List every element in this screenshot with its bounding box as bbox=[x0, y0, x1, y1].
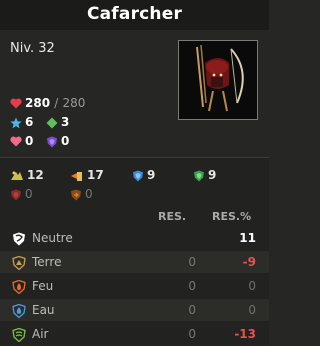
hp-current: 280 bbox=[25, 96, 51, 110]
element-res: 0 bbox=[188, 327, 196, 341]
window-header: Cafarcher bbox=[0, 0, 269, 30]
orange-resist-value: 0 bbox=[85, 187, 93, 201]
element-res: 0 bbox=[188, 279, 196, 293]
element-row-neutre: Neutre 11 bbox=[0, 227, 269, 249]
element-row-terre: Terre 0 -9 bbox=[0, 251, 269, 273]
star-icon bbox=[10, 117, 22, 129]
ap-value: 6 bbox=[25, 115, 34, 129]
element-row-air: Air 0 -13 bbox=[0, 323, 269, 345]
shield-resist-value: 9 bbox=[147, 168, 156, 182]
element-name: Terre bbox=[32, 255, 62, 269]
lock-stat: 12 bbox=[10, 168, 44, 182]
dodge-stat: 17 bbox=[70, 168, 104, 182]
monster-level: Niv. 32 bbox=[10, 41, 55, 56]
mp-value: 3 bbox=[61, 115, 70, 129]
hp-separator: / bbox=[54, 96, 59, 110]
element-name: Air bbox=[32, 327, 49, 341]
element-name: Eau bbox=[32, 303, 55, 317]
dodge-value: 17 bbox=[87, 168, 104, 182]
heart-icon bbox=[10, 98, 22, 109]
element-res: 0 bbox=[188, 255, 196, 269]
lock-value: 12 bbox=[27, 168, 44, 182]
element-res: 0 bbox=[188, 303, 196, 317]
element-name: Feu bbox=[32, 279, 54, 293]
orange-resist-stat: 0 bbox=[70, 187, 93, 201]
res-column-header: RES. bbox=[158, 210, 187, 223]
shield-resist-stat: 9 bbox=[132, 168, 155, 182]
neutral-element-icon bbox=[12, 231, 26, 250]
fire-element-icon bbox=[12, 279, 26, 298]
shield-icon bbox=[46, 136, 58, 148]
shield-value: 0 bbox=[61, 134, 70, 148]
element-res-pct: 0 bbox=[248, 279, 256, 293]
green-shield-icon bbox=[193, 170, 205, 182]
res-pct-column-header: RES.% bbox=[212, 210, 252, 223]
element-res-pct: 11 bbox=[239, 231, 256, 245]
diamond-icon bbox=[46, 117, 58, 129]
element-name: Neutre bbox=[32, 231, 73, 245]
element-res-pct: -13 bbox=[234, 327, 256, 341]
water-element-icon bbox=[12, 303, 26, 322]
pink-heart-icon bbox=[10, 136, 22, 147]
red-shield-icon bbox=[10, 189, 22, 201]
archer-illustration bbox=[179, 41, 257, 119]
monster-portrait bbox=[178, 40, 258, 120]
dodge-icon bbox=[70, 170, 84, 182]
air-element-icon bbox=[12, 327, 26, 346]
earth-element-icon bbox=[12, 255, 26, 274]
element-row-eau: Eau 0 0 bbox=[0, 299, 269, 321]
green-resist-stat: 9 bbox=[193, 168, 216, 182]
monster-name: Cafarcher bbox=[86, 4, 183, 24]
heal-value: 0 bbox=[25, 134, 34, 148]
red-resist-value: 0 bbox=[25, 187, 33, 201]
element-res-pct: -9 bbox=[242, 255, 256, 269]
hp-max: 280 bbox=[62, 96, 86, 110]
element-row-feu: Feu 0 0 bbox=[0, 275, 269, 297]
green-resist-value: 9 bbox=[208, 168, 217, 182]
red-resist-stat: 0 bbox=[10, 187, 33, 201]
blue-shield-icon bbox=[132, 170, 144, 182]
orange-shield-icon bbox=[70, 189, 82, 201]
lock-icon bbox=[10, 170, 24, 182]
element-res-pct: 0 bbox=[248, 303, 256, 317]
